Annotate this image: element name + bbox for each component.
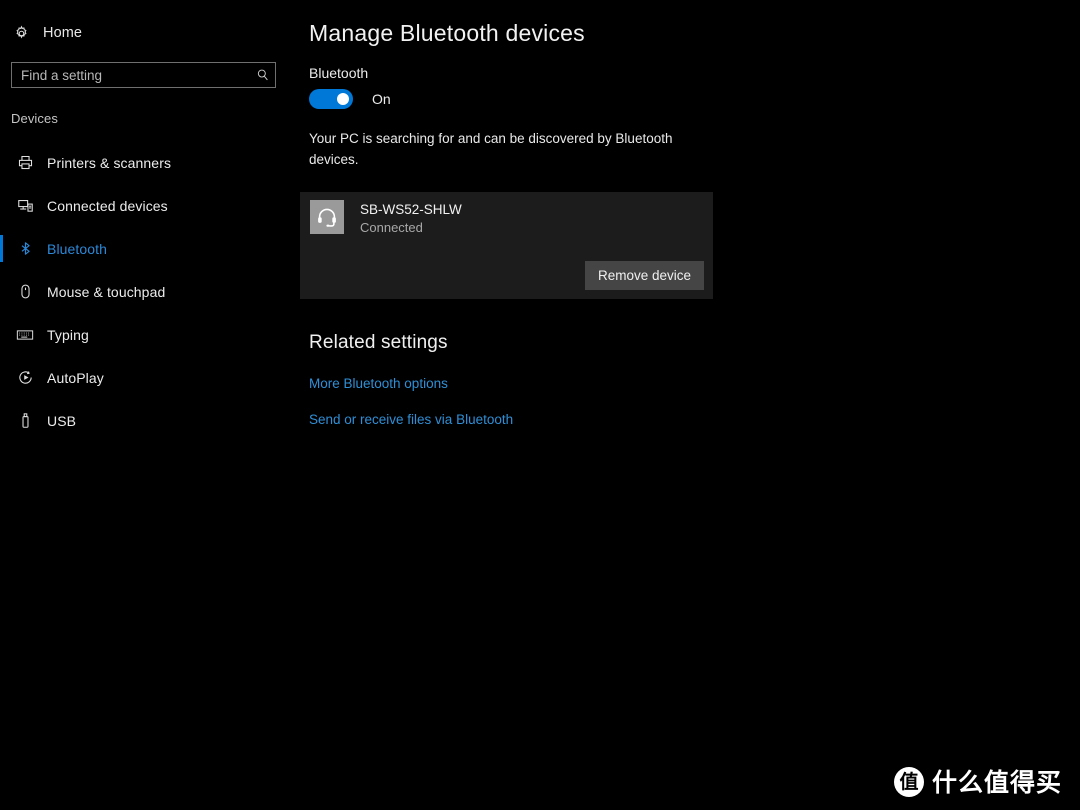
link-send-receive-files[interactable]: Send or receive files via Bluetooth xyxy=(309,412,513,427)
bluetooth-toggle-state: On xyxy=(372,91,391,107)
sidebar-item-printers-scanners[interactable]: Printers & scanners xyxy=(0,146,292,179)
device-text-block: SB-WS52-SHLW Connected xyxy=(360,200,462,237)
sidebar-item-label: USB xyxy=(47,412,77,429)
sidebar-item-usb[interactable]: USB xyxy=(0,404,292,437)
sidebar-item-label: Mouse & touchpad xyxy=(47,283,166,300)
search-box[interactable] xyxy=(11,62,276,88)
watermark-logo: 值 xyxy=(893,767,924,797)
device-status: Connected xyxy=(360,220,423,235)
related-settings-title: Related settings xyxy=(309,332,448,353)
device-name: SB-WS52-SHLW xyxy=(360,202,462,217)
link-more-bluetooth-options[interactable]: More Bluetooth options xyxy=(309,376,448,391)
keyboard-icon xyxy=(14,324,36,346)
sidebar: Home Devices xyxy=(0,0,292,810)
bluetooth-section-label: Bluetooth xyxy=(309,65,369,81)
device-header: SB-WS52-SHLW Connected xyxy=(310,200,462,237)
sidebar-item-mouse-touchpad[interactable]: Mouse & touchpad xyxy=(0,275,292,308)
watermark: 值 什么值得买 xyxy=(893,767,1062,797)
selection-accent-bar xyxy=(0,149,3,176)
watermark-text: 什么值得买 xyxy=(931,767,1062,797)
main-content: Manage Bluetooth devices Bluetooth On Yo… xyxy=(292,0,1080,810)
search-icon[interactable] xyxy=(251,63,275,87)
connected-devices-icon xyxy=(14,195,36,217)
selection-accent-bar xyxy=(0,192,3,219)
sidebar-item-connected-devices[interactable]: Connected devices xyxy=(0,189,292,222)
usb-icon xyxy=(14,410,36,432)
sidebar-item-label: Typing xyxy=(47,326,89,343)
settings-window: Home Devices xyxy=(0,0,1080,810)
page-title: Manage Bluetooth devices xyxy=(309,20,585,46)
sidebar-section-label: Devices xyxy=(11,111,58,126)
remove-device-button[interactable]: Remove device xyxy=(584,261,704,290)
selection-accent-bar xyxy=(0,407,3,434)
bluetooth-icon xyxy=(14,238,36,260)
search-input[interactable] xyxy=(12,63,251,87)
mouse-icon xyxy=(14,281,36,303)
bluetooth-toggle[interactable] xyxy=(309,89,353,109)
sidebar-item-label: Connected devices xyxy=(47,197,168,214)
selection-accent-bar xyxy=(0,278,3,305)
selection-accent-bar xyxy=(0,235,3,262)
headset-icon xyxy=(310,200,344,234)
printer-icon xyxy=(14,152,36,174)
selection-accent-bar xyxy=(0,364,3,391)
sidebar-item-label: Bluetooth xyxy=(47,240,108,257)
sidebar-item-label: AutoPlay xyxy=(47,369,104,386)
bluetooth-toggle-row: On xyxy=(309,89,391,109)
sidebar-item-home[interactable]: Home xyxy=(10,20,82,46)
sidebar-item-autoplay[interactable]: AutoPlay xyxy=(0,361,292,394)
sidebar-item-bluetooth[interactable]: Bluetooth xyxy=(0,232,292,265)
bluetooth-description: Your PC is searching for and can be disc… xyxy=(309,131,673,167)
selection-accent-bar xyxy=(0,321,3,348)
toggle-knob xyxy=(337,93,349,105)
sidebar-item-label: Printers & scanners xyxy=(47,154,172,171)
device-card[interactable]: SB-WS52-SHLW Connected Remove device xyxy=(300,192,713,299)
gear-icon xyxy=(10,22,32,44)
autoplay-icon xyxy=(14,367,36,389)
sidebar-nav-list: Printers & scanners Connected devices Bl… xyxy=(0,146,292,447)
sidebar-item-typing[interactable]: Typing xyxy=(0,318,292,351)
sidebar-home-label: Home xyxy=(43,25,83,41)
